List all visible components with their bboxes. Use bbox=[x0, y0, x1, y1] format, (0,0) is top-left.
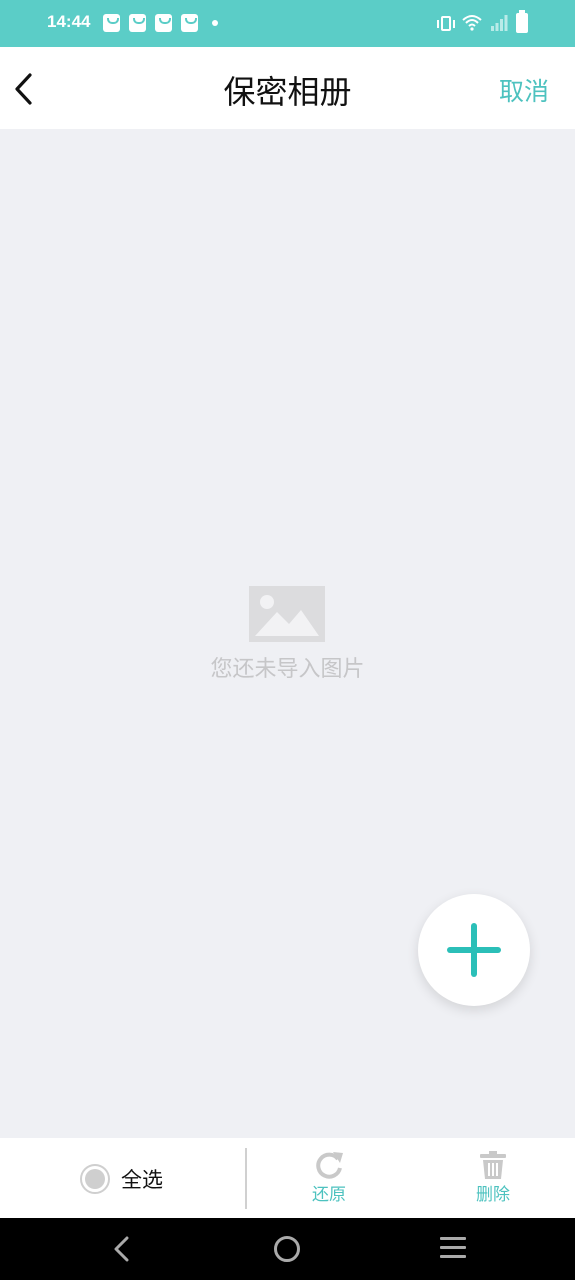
system-nav-bar bbox=[0, 1218, 575, 1280]
status-time: 14:44 bbox=[47, 12, 91, 31]
back-icon[interactable] bbox=[110, 1236, 134, 1262]
select-all-radio[interactable] bbox=[80, 1164, 110, 1194]
refresh-icon bbox=[316, 1152, 343, 1179]
divider bbox=[245, 1148, 247, 1209]
delete-button[interactable]: 删除 bbox=[458, 1150, 528, 1205]
nav-header: 保密相册 取消 bbox=[0, 47, 575, 129]
empty-state-text: 您还未导入图片 bbox=[210, 657, 365, 682]
image-placeholder-icon bbox=[249, 586, 325, 642]
select-all-toggle[interactable]: 全选 bbox=[80, 1163, 163, 1195]
wifi-icon bbox=[462, 15, 482, 31]
delete-label: 删除 bbox=[476, 1185, 510, 1205]
status-bar: 14:44 bbox=[0, 0, 575, 47]
shopping-bag-icon bbox=[181, 14, 198, 32]
vibrate-icon bbox=[437, 16, 455, 31]
album-content: 您还未导入图片 bbox=[0, 129, 575, 1138]
menu-icon[interactable] bbox=[440, 1237, 466, 1264]
shopping-bag-icon bbox=[103, 14, 120, 32]
bottom-action-bar: 全选 还原 删除 bbox=[0, 1138, 575, 1218]
restore-button[interactable]: 还原 bbox=[294, 1150, 364, 1205]
trash-icon bbox=[480, 1151, 506, 1179]
shopping-bag-icon bbox=[129, 14, 146, 32]
battery-icon bbox=[516, 10, 528, 33]
plus-icon bbox=[447, 923, 501, 977]
page-title: 保密相册 bbox=[223, 73, 352, 111]
restore-label: 还原 bbox=[312, 1185, 346, 1205]
cancel-button[interactable]: 取消 bbox=[499, 72, 549, 108]
dot-icon bbox=[212, 20, 218, 26]
home-icon[interactable] bbox=[274, 1236, 300, 1262]
add-photo-button[interactable] bbox=[418, 894, 530, 1006]
signal-icon bbox=[491, 15, 508, 31]
select-all-label: 全选 bbox=[121, 1168, 163, 1192]
shopping-bag-icon bbox=[155, 14, 172, 32]
